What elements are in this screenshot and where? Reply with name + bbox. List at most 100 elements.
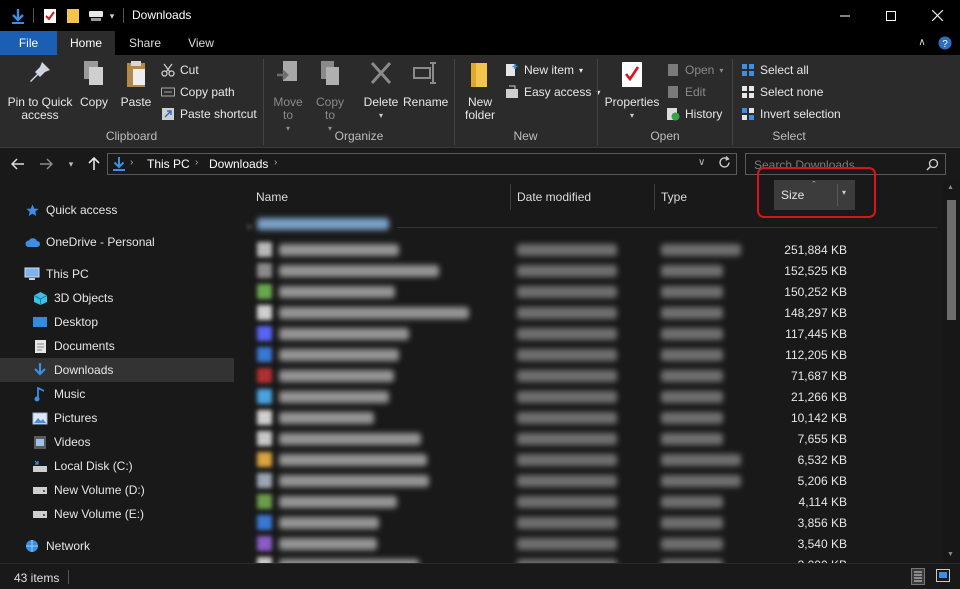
- recent-locations-button[interactable]: ▾: [63, 154, 79, 174]
- table-row[interactable]: 3,540 KB: [237, 533, 943, 554]
- column-header-name[interactable]: Name: [256, 184, 288, 210]
- select-all-button[interactable]: Select all: [740, 60, 809, 80]
- sidebar-item-pictures[interactable]: Pictures: [0, 406, 234, 430]
- table-row[interactable]: 251,884 KB: [237, 239, 943, 260]
- paste-button[interactable]: Paste: [117, 59, 155, 109]
- paste-shortcut-button[interactable]: Paste shortcut: [160, 104, 257, 124]
- table-row[interactable]: 71,687 KB: [237, 365, 943, 386]
- edit-button[interactable]: Edit: [665, 82, 706, 102]
- table-row[interactable]: 7,655 KB: [237, 428, 943, 449]
- table-row[interactable]: 112,205 KB: [237, 344, 943, 365]
- sidebar-item-videos[interactable]: Videos: [0, 430, 234, 454]
- rename-button[interactable]: Rename: [403, 59, 448, 109]
- table-row[interactable]: 5,206 KB: [237, 470, 943, 491]
- history-button[interactable]: History: [665, 104, 722, 124]
- new-item-button[interactable]: New item ▾: [504, 60, 583, 80]
- invert-selection-button[interactable]: Invert selection: [740, 104, 841, 124]
- properties-icon[interactable]: [40, 6, 60, 26]
- tab-file[interactable]: File: [0, 31, 57, 55]
- column-header-type[interactable]: Type: [661, 184, 687, 210]
- table-row[interactable]: 21,266 KB: [237, 386, 943, 407]
- table-row[interactable]: 3,000 KB: [237, 554, 943, 563]
- copy-to-button[interactable]: Copy to ▾: [310, 59, 350, 135]
- forward-button[interactable]: [36, 154, 56, 174]
- up-button[interactable]: [84, 154, 104, 174]
- help-icon[interactable]: ?: [936, 31, 954, 55]
- sidebar-item-3d-objects[interactable]: 3D Objects: [0, 286, 234, 310]
- select-none-button[interactable]: Select none: [740, 82, 823, 102]
- cloud-icon: [24, 234, 40, 250]
- pin-label: Pin to Quick access: [7, 95, 73, 122]
- breadcrumb-this-pc[interactable]: This PC: [147, 157, 190, 171]
- sidebar-item-new-volume-d[interactable]: New Volume (D:): [0, 478, 234, 502]
- table-row[interactable]: 3,856 KB: [237, 512, 943, 533]
- copy-to-label: Copy to: [315, 95, 344, 122]
- table-row[interactable]: 10,142 KB: [237, 407, 943, 428]
- maximize-button[interactable]: [868, 0, 914, 31]
- open-button[interactable]: Open ▾: [665, 60, 723, 80]
- properties-button[interactable]: Properties ▾: [602, 59, 662, 122]
- refresh-icon[interactable]: [718, 156, 731, 172]
- chevron-down-icon[interactable]: ▾: [106, 6, 118, 26]
- file-icon: [257, 431, 272, 446]
- sidebar-item-new-volume-e[interactable]: New Volume (E:): [0, 502, 234, 526]
- select-all-icon: [740, 62, 756, 78]
- tab-view[interactable]: View: [174, 31, 228, 55]
- table-row[interactable]: 4,114 KB: [237, 491, 943, 512]
- new-folder-button[interactable]: New folder: [459, 59, 501, 122]
- table-row[interactable]: 152,525 KB: [237, 260, 943, 281]
- sidebar-item-quick-access[interactable]: Quick access: [0, 198, 234, 222]
- vertical-scrollbar[interactable]: ▲ ▼: [943, 180, 960, 563]
- sidebar-item-local-disk-c[interactable]: Local Disk (C:): [0, 454, 234, 478]
- highlight-annotation: [757, 167, 876, 218]
- copy-path-button[interactable]: Copy path: [160, 82, 235, 102]
- sidebar-item-this-pc[interactable]: This PC: [0, 262, 234, 286]
- large-icons-view-button[interactable]: [936, 569, 950, 585]
- sidebar-item-downloads[interactable]: Downloads: [0, 358, 234, 382]
- open-label: Open: [685, 63, 715, 77]
- table-row[interactable]: 6,532 KB: [237, 449, 943, 470]
- details-view-button[interactable]: [911, 568, 925, 585]
- toolbar-divider: [33, 8, 34, 23]
- sidebar-item-desktop[interactable]: Desktop: [0, 310, 234, 334]
- back-button[interactable]: [8, 154, 28, 174]
- group-header-earlier-this-year[interactable]: [257, 218, 389, 230]
- minimize-button[interactable]: [822, 0, 868, 31]
- address-bar[interactable]: › This PC › Downloads › ∨: [107, 153, 737, 175]
- file-icon: [257, 368, 272, 383]
- delete-button[interactable]: Delete ▾: [360, 59, 402, 122]
- cut-button[interactable]: Cut: [160, 60, 199, 80]
- scroll-down-icon[interactable]: ▼: [947, 551, 954, 558]
- sidebar-item-documents[interactable]: Documents: [0, 334, 234, 358]
- close-button[interactable]: [914, 0, 960, 31]
- sidebar-item-music[interactable]: Music: [0, 382, 234, 406]
- group-label-open: Open: [650, 129, 680, 143]
- scroll-up-icon[interactable]: ▲: [947, 184, 954, 191]
- copy-button[interactable]: Copy: [76, 59, 112, 109]
- file-name-redacted: [279, 286, 395, 298]
- address-dropdown-button[interactable]: ∨: [698, 157, 705, 168]
- easy-access-button[interactable]: Easy access ▾: [504, 82, 600, 102]
- file-icon: [257, 494, 272, 509]
- table-row[interactable]: 117,445 KB: [237, 323, 943, 344]
- column-divider[interactable]: [654, 184, 655, 210]
- sidebar-item-onedrive[interactable]: OneDrive - Personal: [0, 230, 234, 254]
- move-to-button[interactable]: Move to ▾: [268, 59, 308, 135]
- breadcrumb-downloads[interactable]: Downloads: [209, 157, 268, 171]
- scrollbar-thumb[interactable]: [947, 200, 956, 320]
- drive-icon[interactable]: [86, 6, 106, 26]
- column-header-date-modified[interactable]: Date modified: [517, 184, 591, 210]
- table-row[interactable]: 150,252 KB: [237, 281, 943, 302]
- sidebar-item-network[interactable]: Network: [0, 534, 234, 558]
- pin-quick-access-button[interactable]: Pin to Quick access: [4, 59, 76, 122]
- search-icon[interactable]: [926, 158, 939, 174]
- chevron-up-icon[interactable]: ∧: [913, 31, 931, 55]
- file-date-redacted: [517, 538, 617, 550]
- new-folder-icon[interactable]: [63, 6, 83, 26]
- table-row[interactable]: 148,297 KB: [237, 302, 943, 323]
- tab-home[interactable]: Home: [57, 31, 115, 55]
- chevron-down-icon[interactable]: ▾: [247, 222, 252, 233]
- column-divider[interactable]: [510, 184, 511, 210]
- download-icon: [8, 6, 28, 26]
- tab-share[interactable]: Share: [117, 31, 173, 55]
